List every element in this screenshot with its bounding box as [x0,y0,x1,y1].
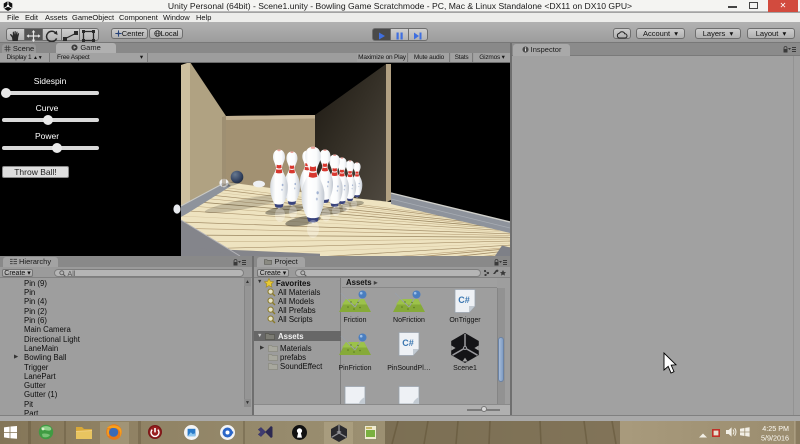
svg-text:5/9/2016: 5/9/2016 [761,434,789,443]
svg-text:C#: C# [402,338,414,348]
svg-text:4:25 PM: 4:25 PM [762,424,789,433]
svg-text:C#: C# [458,295,470,305]
